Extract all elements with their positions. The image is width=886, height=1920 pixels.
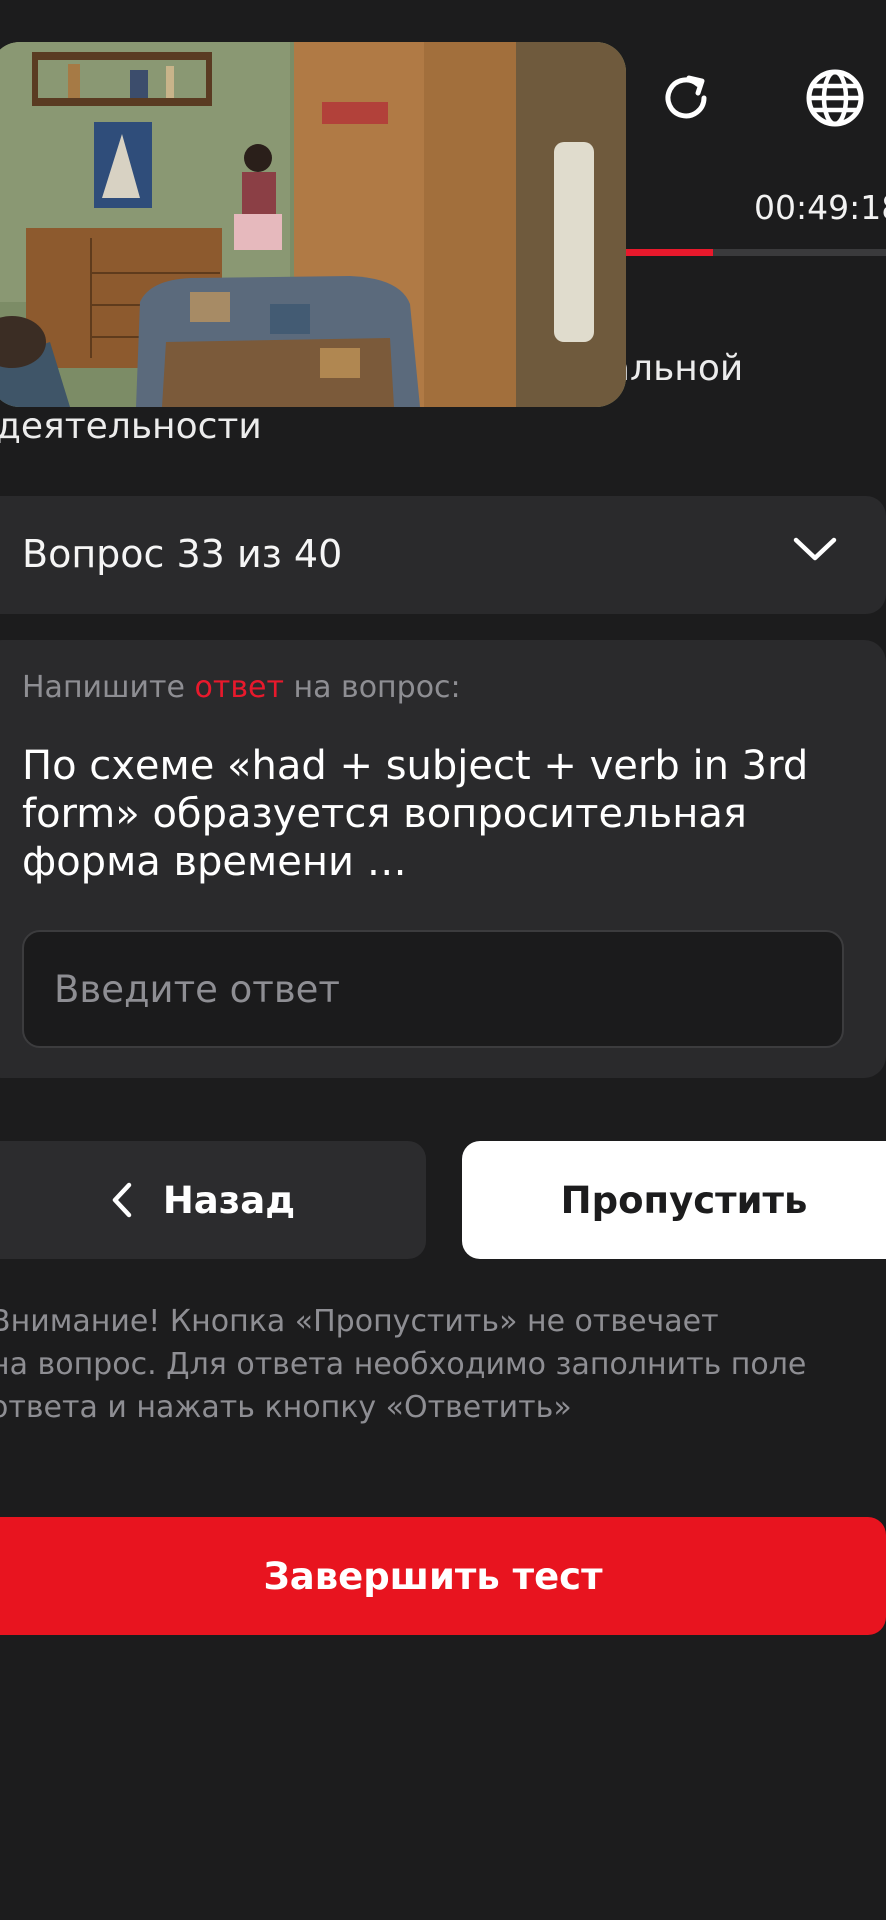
refresh-icon	[665, 75, 707, 119]
refresh-button[interactable]	[654, 66, 718, 130]
chevron-down-icon	[792, 534, 838, 568]
skip-button-label: Пропустить	[560, 1178, 808, 1222]
course-title-line2: деятельности	[0, 406, 262, 447]
test-progress-fill	[620, 249, 714, 256]
question-selector-label: Вопрос 33 из 40	[22, 532, 343, 576]
skip-warning-line2: на вопрос. Для ответа необходимо заполни…	[0, 1347, 807, 1382]
answer-input[interactable]	[22, 930, 844, 1048]
finish-test-button-label: Завершить тест	[263, 1554, 603, 1598]
language-button[interactable]	[803, 66, 867, 130]
course-title-line1: альной	[608, 348, 744, 389]
back-button-label: Назад	[162, 1178, 296, 1222]
skip-warning: Внимание! Кнопка «Пропустить» не отвечае…	[0, 1300, 880, 1429]
question-card: Напишите ответ на вопрос: По схеме «had …	[0, 640, 886, 1078]
test-timer: 00:49:18	[754, 188, 886, 227]
skip-warning-line3: ответа и нажать кнопку «Ответить»	[0, 1390, 572, 1425]
finish-test-button[interactable]: Завершить тест	[0, 1517, 886, 1635]
question-hint: Напишите ответ на вопрос:	[22, 670, 461, 705]
question-hint-before: Напишите	[22, 670, 195, 705]
video-frame-image	[0, 42, 626, 407]
question-hint-accent: ответ	[194, 670, 284, 705]
test-progress-bar	[620, 249, 886, 256]
video-player[interactable]	[0, 42, 626, 407]
back-button[interactable]: Назад	[0, 1141, 426, 1259]
chevron-left-icon	[111, 1181, 133, 1219]
globe-icon	[806, 69, 864, 127]
skip-button[interactable]: Пропустить	[462, 1141, 886, 1259]
skip-warning-line1: Внимание! Кнопка «Пропустить» не отвечае…	[0, 1304, 719, 1339]
question-hint-after: на вопрос:	[283, 670, 461, 705]
question-text: По схеме «had + subject + verb in 3rd fo…	[22, 743, 809, 885]
question-selector[interactable]: Вопрос 33 из 40	[0, 496, 886, 614]
